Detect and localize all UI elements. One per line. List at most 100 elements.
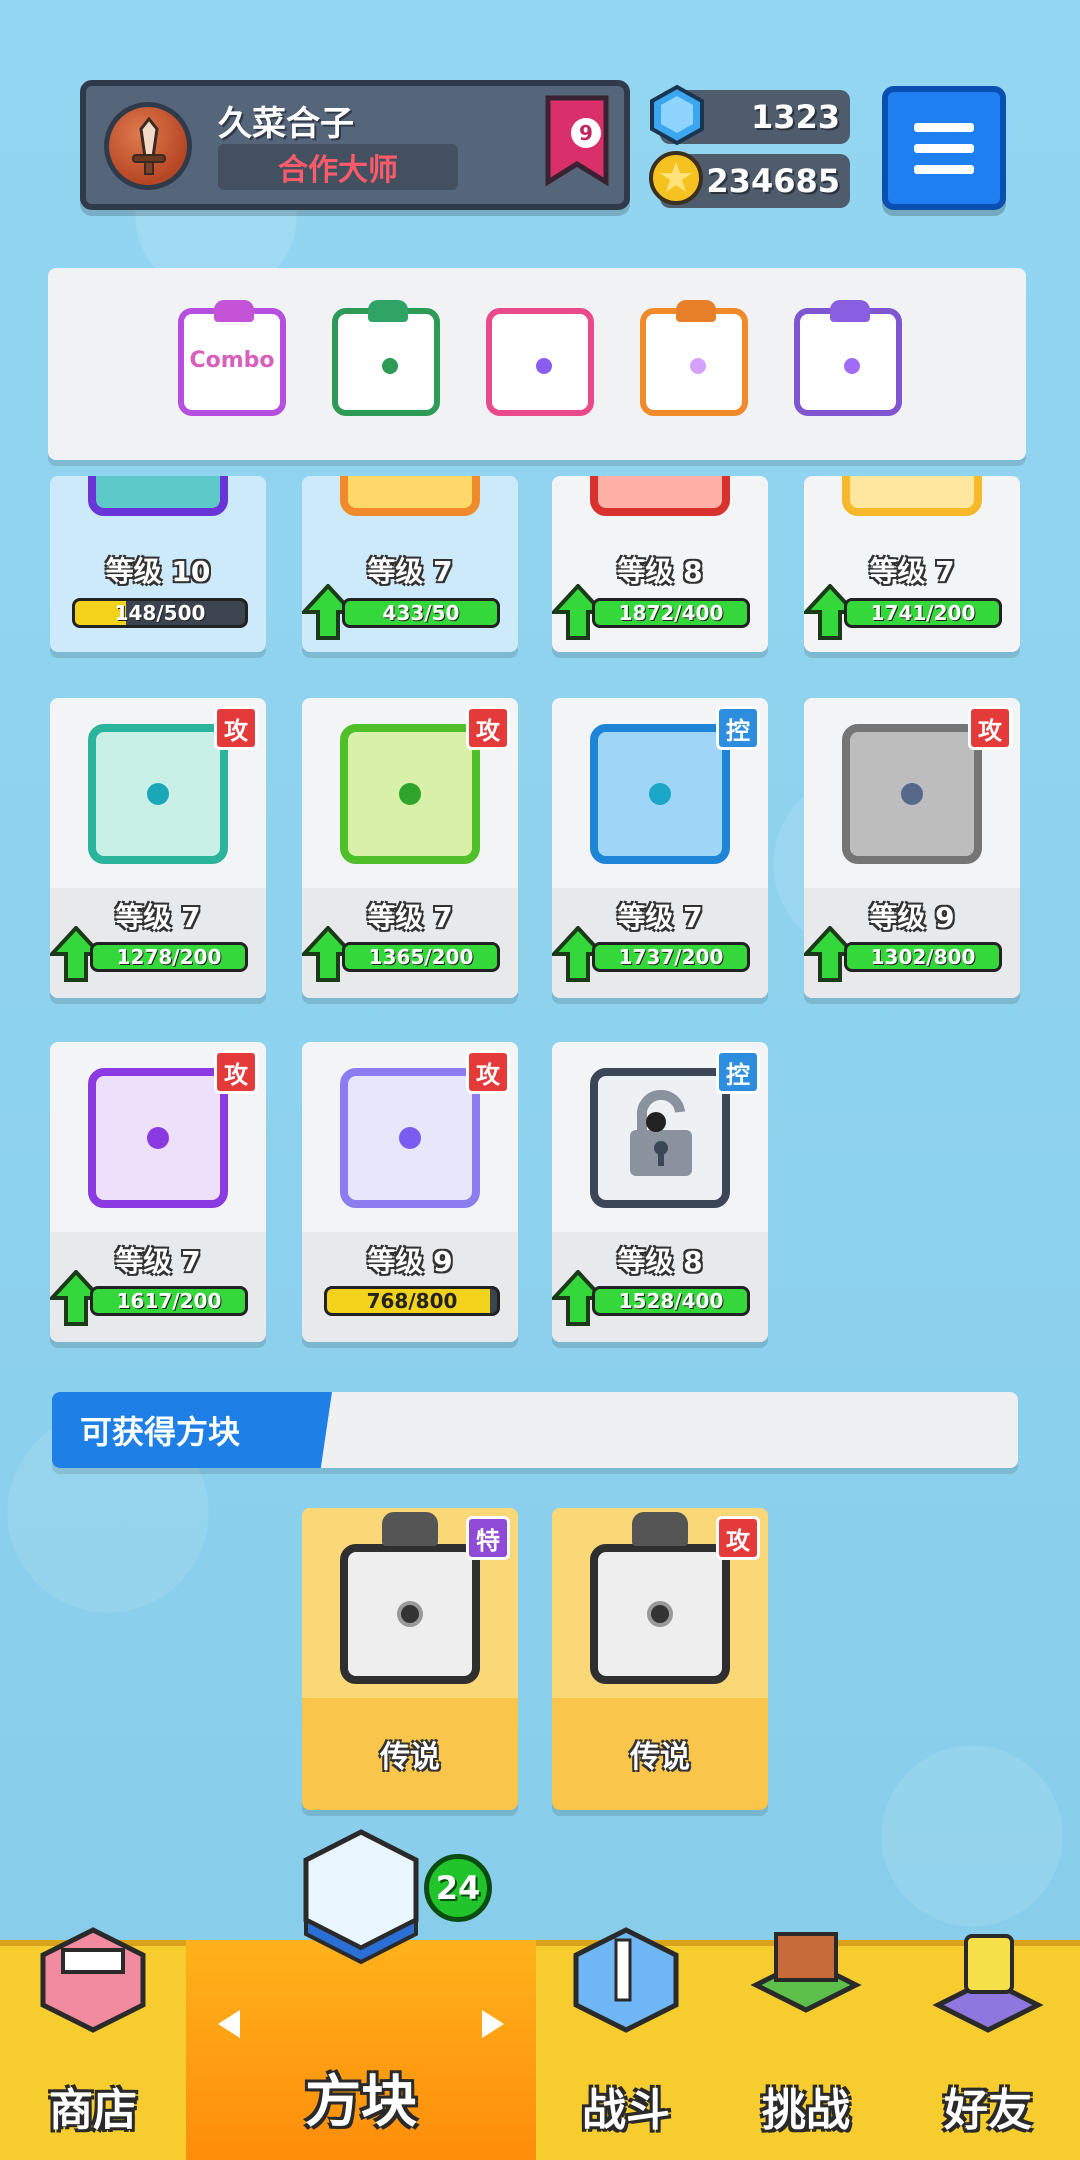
deck-slot-rainbow[interactable] <box>486 308 594 416</box>
nav-battle-label: 战斗 <box>582 2085 670 2136</box>
nav-shop[interactable]: 商店 <box>0 1927 186 2160</box>
diamond-icon <box>650 84 704 146</box>
attack-tag: 攻 <box>466 1050 510 1094</box>
player-profile-panel[interactable]: 久菜合子 合作大师 9 <box>80 80 630 210</box>
coin-counter[interactable]: 234685 <box>649 151 850 208</box>
dice-card[interactable]: 攻 等级 9 768/800 <box>302 1042 518 1342</box>
dragon-frame-icon <box>214 300 254 322</box>
die-art <box>88 476 228 516</box>
nav-dice[interactable]: 方块 <box>186 1829 536 2160</box>
die-art <box>590 1068 730 1208</box>
nav-friends-label: 好友 <box>944 2085 1032 2136</box>
bottom-navigation: 商店 方块 战斗 挑战 好友 <box>0 1829 1080 2160</box>
dice-card[interactable]: 控 等级 7 1737/200 <box>552 698 768 998</box>
sword-shield-icon <box>573 1927 679 2033</box>
nav-shop-label: 商店 <box>49 2085 137 2136</box>
dice-card[interactable]: 攻 等级 7 1278/200 <box>50 698 266 998</box>
lock-icon <box>630 1090 692 1176</box>
rarity-label: 传说 <box>380 1740 440 1775</box>
die-progress-text: 1528/400 <box>618 1289 724 1313</box>
die-progress-bar: 1737/200 <box>592 942 750 972</box>
shop-icon <box>40 1927 146 2033</box>
nav-challenge[interactable]: 挑战 <box>716 1932 896 2160</box>
die-progress-text: 433/50 <box>382 601 460 625</box>
player-rank-number: 9 <box>571 118 601 148</box>
die-progress-bar: 148/500 <box>72 598 248 628</box>
star-coin-icon <box>649 151 703 205</box>
die-pip <box>647 1601 673 1627</box>
nav-friends[interactable]: 好友 <box>896 1934 1080 2160</box>
dice-card[interactable]: 攻 等级 9 1302/800 <box>804 698 1020 998</box>
player-avatar[interactable] <box>104 102 192 190</box>
coin-count: 234685 <box>706 162 840 200</box>
dragon-frame-icon <box>830 300 870 322</box>
available-dice-header: 可获得方块 <box>52 1392 1018 1468</box>
dice-card[interactable]: 等级 8 1872/400 <box>552 476 768 652</box>
nav-prev-arrow[interactable] <box>218 2010 240 2038</box>
nav-battle[interactable]: 战斗 <box>536 1927 716 2160</box>
dice-cube-icon <box>303 1829 419 1965</box>
dice-card[interactable]: 等级 10 148/500 <box>50 476 266 652</box>
die-progress-text: 1741/200 <box>870 601 976 625</box>
die-pip <box>399 1127 421 1149</box>
hamburger-menu-icon <box>914 122 974 132</box>
die-pip <box>147 1127 169 1149</box>
attack-tag: 攻 <box>716 1516 760 1560</box>
dragon-frame-icon <box>368 300 408 322</box>
die-progress-bar: 433/50 <box>342 598 500 628</box>
die-progress-text: 1872/400 <box>618 601 724 625</box>
die-progress-text: 1737/200 <box>618 945 724 969</box>
die-art <box>88 1068 228 1208</box>
die-progress-bar: 1872/400 <box>592 598 750 628</box>
die-art <box>88 724 228 864</box>
die-pip <box>399 783 421 805</box>
die-progress-bar: 1302/800 <box>844 942 1002 972</box>
legendary-die-art <box>340 1544 480 1684</box>
die-pip <box>844 358 860 374</box>
die-progress-text: 768/800 <box>366 1289 458 1313</box>
available-die-card[interactable]: 攻 传说 <box>552 1508 768 1810</box>
die-art <box>590 476 730 516</box>
die-progress-bar: 1617/200 <box>90 1286 248 1316</box>
die-pip <box>690 358 706 374</box>
attack-tag: 攻 <box>466 706 510 750</box>
deck-slot-infinity[interactable] <box>640 300 748 416</box>
die-pip <box>649 783 671 805</box>
dragon-frame-icon <box>632 1512 688 1546</box>
die-art <box>340 476 480 516</box>
dragon-frame-icon <box>382 1512 438 1546</box>
attack-tag: 攻 <box>214 706 258 750</box>
gem-counter[interactable]: 1323 <box>650 84 850 146</box>
deck-slot-wind[interactable] <box>332 300 440 416</box>
die-pip <box>382 358 398 374</box>
special-tag: 特 <box>466 1516 510 1560</box>
die-progress-text: 148/500 <box>114 601 206 625</box>
dice-card[interactable]: 等级 7 1741/200 <box>804 476 1020 652</box>
available-die-card[interactable]: 特 传说 <box>302 1508 518 1810</box>
die-pip <box>536 358 552 374</box>
attack-tag: 攻 <box>214 1050 258 1094</box>
deck-slot-spiral[interactable] <box>794 300 902 416</box>
dice-card[interactable]: 等级 7 433/50 <box>302 476 518 652</box>
main-menu-button[interactable] <box>882 86 1006 210</box>
die-art <box>842 724 982 864</box>
nav-next-arrow[interactable] <box>482 2010 504 2038</box>
attack-tag: 攻 <box>968 706 1012 750</box>
dice-card[interactable]: 控 等级 8 1528/400 <box>552 1042 768 1342</box>
nav-dice-label: 方块 <box>305 2070 417 2135</box>
die-art <box>340 1068 480 1208</box>
dice-card[interactable]: 攻 等级 7 1617/200 <box>50 1042 266 1342</box>
player-name: 久菜合子 <box>218 104 354 144</box>
dragon-frame-icon <box>676 300 716 322</box>
nav-challenge-label: 挑战 <box>762 2085 850 2136</box>
die-pip <box>901 783 923 805</box>
player-title-badge: 合作大师 <box>218 144 458 190</box>
dice-notification-badge: 24 <box>424 1854 492 1922</box>
die-pip <box>397 1601 423 1627</box>
deck-slot-combo[interactable]: Combo <box>178 300 286 416</box>
gem-count: 1323 <box>750 98 840 136</box>
dice-card[interactable]: 攻 等级 7 1365/200 <box>302 698 518 998</box>
die-pip <box>147 783 169 805</box>
die-progress-bar: 1365/200 <box>342 942 500 972</box>
die-progress-bar: 1528/400 <box>592 1286 750 1316</box>
